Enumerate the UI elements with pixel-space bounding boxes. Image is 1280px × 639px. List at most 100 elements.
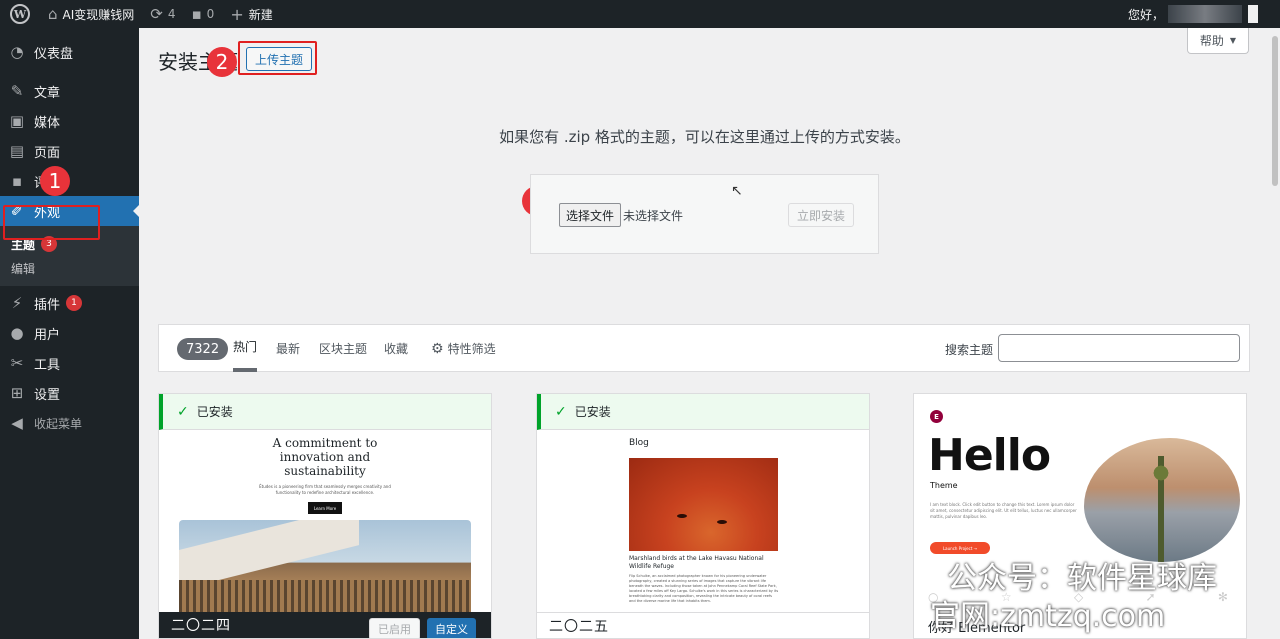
page-scrollbar[interactable] bbox=[1270, 28, 1280, 639]
installed-label: 已安装 bbox=[196, 405, 233, 419]
choose-file-button[interactable]: 选择文件 bbox=[559, 203, 622, 227]
site-name: AI变现赚钱网 bbox=[62, 7, 135, 22]
watermark-overlay: 公众号：软件星球库 官网:zmtzq.com bbox=[930, 560, 1270, 636]
wordpress-icon: W bbox=[10, 4, 30, 24]
site-name-link[interactable]: ⌂ AI变现赚钱网 bbox=[40, 0, 142, 28]
activated-button: 已启用 bbox=[369, 618, 420, 638]
upload-form: 选择文件 未选择文件 立即安装 bbox=[530, 174, 879, 254]
caret-down-icon: ▼ bbox=[1229, 36, 1237, 45]
screenshot-post-title: Marshland birds at the Lake Havasu Natio… bbox=[629, 555, 764, 570]
help-label: 帮助 bbox=[1199, 34, 1224, 48]
sidebar-item-label: 媒体 bbox=[34, 115, 61, 131]
elementor-logo-icon: E bbox=[930, 410, 943, 423]
theme-name: 二〇二四 bbox=[171, 618, 231, 634]
theme-name: 二〇二五 bbox=[549, 618, 609, 635]
comments-link[interactable]: ▪ 0 bbox=[184, 0, 223, 28]
collapse-icon: ◀ bbox=[11, 414, 23, 432]
plugin-icon: ⚡ bbox=[11, 294, 23, 312]
sidebar-item-pages[interactable]: ▤ 页面 bbox=[0, 136, 139, 166]
cactus-photo bbox=[1084, 438, 1240, 562]
annotation-highlight-appearance bbox=[3, 205, 100, 240]
sidebar-item-media[interactable]: ▣ 媒体 bbox=[0, 106, 139, 136]
scrollbar-thumb[interactable] bbox=[1272, 36, 1278, 186]
installed-notice: ✓ 已安装 bbox=[159, 394, 491, 430]
screenshot-blog-label: Blog bbox=[629, 438, 649, 448]
new-content-link[interactable]: + 新建 bbox=[222, 0, 280, 28]
theme-filter-bar: 7322 热门 最新 区块主题 收藏 ⚙ 特性筛选 搜索主题 bbox=[158, 324, 1250, 372]
updates-count: 4 bbox=[167, 7, 176, 21]
sidebar-item-settings[interactable]: ⊞ 设置 bbox=[0, 378, 139, 408]
theme-card-footer: 二〇二五 bbox=[537, 612, 869, 638]
tab-favorites[interactable]: 收藏 bbox=[384, 325, 408, 372]
theme-card-twentytwentyfour[interactable]: ✓ 已安装 A commitment to innovation and sus… bbox=[158, 393, 492, 639]
help-tab-button[interactable]: 帮助 ▼ bbox=[1187, 28, 1249, 54]
tab-label: 最新 bbox=[276, 342, 301, 356]
sidebar-item-posts[interactable]: ✎ 文章 bbox=[0, 76, 139, 106]
comment-icon: ▪ bbox=[11, 172, 23, 190]
install-now-button[interactable]: 立即安装 bbox=[788, 203, 855, 227]
watermark-line-2: 官网:zmtzq.com bbox=[930, 599, 1166, 634]
sidebar-item-label: 页面 bbox=[34, 145, 61, 161]
tab-latest[interactable]: 最新 bbox=[276, 325, 300, 372]
sunset-birds-photo bbox=[629, 458, 778, 551]
annotation-number-2: 2 bbox=[207, 47, 237, 77]
comment-icon: ▪ bbox=[191, 5, 202, 23]
sidebar-item-tools[interactable]: ✂ 工具 bbox=[0, 348, 139, 378]
sidebar-item-plugins[interactable]: ⚡ 插件 1 bbox=[0, 288, 139, 318]
admin-bar: W ⌂ AI变现赚钱网 ⟳ 4 ▪ 0 + 新建 您好， bbox=[0, 0, 1280, 28]
screenshot-headline: A commitment to innovation and sustainab… bbox=[272, 436, 378, 478]
sidebar-item-collapse[interactable]: ◀ 收起菜单 bbox=[0, 408, 139, 438]
sidebar-item-users[interactable]: ● 用户 bbox=[0, 318, 139, 348]
no-file-chosen-text: 未选择文件 bbox=[623, 209, 684, 223]
search-themes-input[interactable] bbox=[998, 334, 1240, 362]
installed-label: 已安装 bbox=[574, 405, 611, 419]
sidebar-item-label: 文章 bbox=[34, 85, 61, 101]
howdy-text: 您好， bbox=[1127, 7, 1164, 22]
theme-card-footer: 二〇二四 已启用 自定义 bbox=[159, 612, 491, 638]
tab-label: 区块主题 bbox=[319, 342, 368, 356]
sidebar-item-label: 插件 bbox=[34, 297, 61, 313]
theme-card-twentytwentyfive[interactable]: ✓ 已安装 Blog Marshland birds at the Lake H… bbox=[536, 393, 870, 639]
upload-description: 如果您有 .zip 格式的主题，可以在这里通过上传的方式安装。 bbox=[499, 128, 910, 146]
tab-label: 热门 bbox=[233, 340, 258, 354]
wordpress-logo-button[interactable]: W bbox=[0, 0, 40, 28]
screenshot-cta: Learn More bbox=[308, 502, 342, 514]
wrench-icon: ✂ bbox=[10, 354, 24, 372]
plus-icon: + bbox=[230, 4, 244, 24]
page-icon: ▤ bbox=[9, 142, 25, 160]
tab-popular[interactable]: 热门 bbox=[233, 325, 258, 372]
submenu-item-editor[interactable]: 编辑 bbox=[0, 256, 139, 280]
sidebar-item-dashboard[interactable]: ◔ 仪表盘 bbox=[0, 37, 139, 67]
sidebar-item-label: 工具 bbox=[34, 357, 61, 373]
settings-icon: ⊞ bbox=[10, 384, 24, 402]
gear-icon: ⚙ bbox=[431, 340, 444, 357]
admin-sidebar: ◔ 仪表盘 ✎ 文章 ▣ 媒体 ▤ 页面 ▪ 评 ✐ 外观 主题 3 编辑 ⚡ … bbox=[0, 28, 139, 639]
sidebar-item-label: 设置 bbox=[34, 387, 61, 403]
updates-link[interactable]: ⟳ 4 bbox=[142, 0, 183, 28]
tab-block-themes[interactable]: 区块主题 bbox=[319, 325, 367, 372]
user-icon: ● bbox=[10, 324, 24, 342]
screenshot-launch-button: Launch Project → bbox=[930, 542, 990, 554]
checkmark-icon: ✓ bbox=[177, 403, 189, 420]
refresh-icon: ⟳ bbox=[150, 5, 163, 23]
annotation-number-1: 1 bbox=[40, 166, 70, 196]
screenshot-body-text: I am text block. Click edit button to ch… bbox=[930, 502, 1077, 519]
screenshot-subtext: Études is a pioneering firm that seamles… bbox=[259, 484, 391, 495]
comments-count: 0 bbox=[206, 7, 215, 21]
tab-feature-filter[interactable]: ⚙ 特性筛选 bbox=[431, 325, 496, 372]
sidebar-item-label: 用户 bbox=[34, 327, 61, 343]
annotation-highlight-upload bbox=[238, 41, 317, 75]
media-icon: ▣ bbox=[9, 112, 25, 130]
tab-label: 收藏 bbox=[384, 342, 409, 356]
new-label: 新建 bbox=[248, 7, 273, 22]
plugins-update-badge: 1 bbox=[66, 295, 83, 311]
pin-icon: ✎ bbox=[10, 82, 24, 100]
user-account-menu[interactable]: 您好， bbox=[1128, 0, 1258, 28]
customize-button[interactable]: 自定义 bbox=[427, 618, 476, 638]
avatar bbox=[1248, 5, 1258, 23]
sidebar-item-label: 收起菜单 bbox=[34, 416, 83, 431]
theme-screenshot-text: A commitment to innovation and sustainab… bbox=[159, 436, 491, 514]
checkmark-icon: ✓ bbox=[555, 403, 567, 420]
sidebar-item-label: 仪表盘 bbox=[34, 46, 74, 62]
watermark-line-1: 公众号：软件星球库 bbox=[947, 561, 1217, 596]
